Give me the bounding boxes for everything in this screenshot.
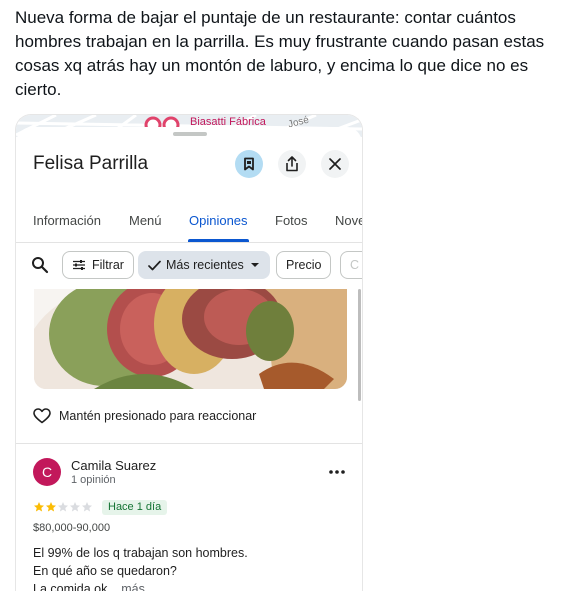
divider	[16, 242, 362, 243]
sort-chip-label: Más recientes	[166, 258, 244, 272]
star-empty-icon	[82, 502, 92, 512]
share-button[interactable]	[278, 150, 306, 178]
tab-novedades[interactable]: Nove	[335, 213, 362, 228]
review-line: El 99% de los q trabajan son hombres.	[33, 546, 248, 560]
close-button[interactable]	[321, 150, 349, 178]
more-chip[interactable]: C	[340, 251, 362, 279]
place-sheet: Felisa Parrilla Información Menú Opinion…	[16, 127, 362, 591]
post-text: Nueva forma de bajar el puntaje de un re…	[15, 6, 561, 102]
more-chip-label: C	[350, 258, 360, 272]
save-button[interactable]	[235, 150, 263, 178]
embedded-screenshot[interactable]: Biasatti Fábrica José Felisa Parrilla In…	[15, 114, 363, 591]
reviewer-name[interactable]: Camila Suarez	[71, 458, 156, 473]
more-vert-icon	[329, 470, 345, 474]
reviewer-review-count: 1 opinión	[71, 474, 116, 486]
drag-handle[interactable]	[173, 132, 207, 136]
tab-bar: Información Menú Opiniones Fotos Nove	[16, 201, 362, 231]
price-range: $80,000-90,000	[33, 522, 111, 534]
review-photo[interactable]	[34, 289, 347, 389]
price-chip[interactable]: Precio	[276, 251, 332, 279]
filter-chip-label: Filtrar	[92, 258, 124, 272]
tab-opiniones[interactable]: Opiniones	[189, 213, 248, 228]
dropdown-arrow-icon	[250, 263, 259, 267]
search-icon[interactable]	[31, 256, 49, 274]
post-line: cosas xq atrás hay un montón de laburo, …	[15, 56, 529, 75]
star-filled-icon	[46, 502, 56, 512]
more-options-button[interactable]	[326, 464, 348, 480]
tune-icon	[73, 260, 85, 270]
avatar[interactable]: C	[33, 458, 61, 486]
post-line: hombres trabajan en la parrilla. Es muy …	[15, 32, 545, 51]
time-badge: Hace 1 día	[102, 500, 168, 515]
sort-chip[interactable]: Más recientes	[138, 251, 270, 279]
price-chip-label: Precio	[286, 258, 322, 272]
place-title: Felisa Parrilla	[33, 153, 149, 174]
star-empty-icon	[58, 502, 68, 512]
post-line: Nueva forma de bajar el puntaje de un re…	[15, 8, 516, 27]
check-icon	[148, 260, 161, 270]
tab-menu[interactable]: Menú	[129, 213, 162, 228]
close-icon	[329, 158, 341, 170]
review-filter-bar: Filtrar Más recientes Precio C	[16, 251, 362, 281]
filter-chip[interactable]: Filtrar	[62, 251, 134, 279]
review-line: En qué año se quedaron?	[33, 564, 177, 578]
scrollbar[interactable]	[358, 289, 361, 401]
react-label: Mantén presionado para reaccionar	[59, 409, 257, 423]
star-rating	[33, 501, 93, 513]
share-icon	[286, 156, 298, 172]
more-link[interactable]: más	[121, 582, 145, 591]
tab-informacion[interactable]: Información	[33, 213, 101, 228]
post-line: cierto.	[15, 80, 62, 99]
tab-fotos[interactable]: Fotos	[275, 213, 308, 228]
divider	[16, 443, 362, 444]
react-row[interactable]: Mantén presionado para reaccionar	[33, 406, 256, 426]
star-empty-icon	[70, 502, 80, 512]
avatar-letter: C	[41, 464, 53, 480]
review-line: La comida ok... más	[33, 580, 333, 591]
heart-icon	[33, 408, 51, 424]
steak-sandwich-image	[34, 289, 347, 389]
bookmark-icon	[244, 157, 254, 171]
review-text: El 99% de los q trabajan son hombres. En…	[33, 544, 333, 591]
review-line-text: La comida ok...	[33, 582, 118, 591]
star-filled-icon	[34, 502, 44, 512]
